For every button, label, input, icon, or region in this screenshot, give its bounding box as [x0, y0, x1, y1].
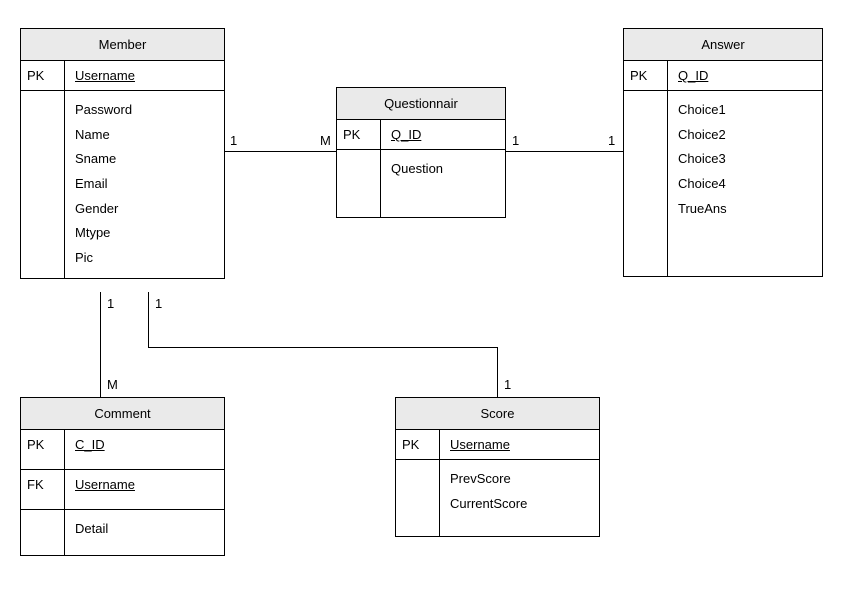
attr: Question [391, 157, 495, 182]
er-diagram: Member PK Username Password Name Sname E… [0, 0, 842, 595]
card-label: 1 [504, 377, 511, 392]
pk-row: PK Username [396, 430, 599, 460]
attr: Detail [75, 517, 214, 542]
pk-label: PK [396, 430, 440, 459]
card-label: 1 [107, 296, 114, 311]
entity-member: Member PK Username Password Name Sname E… [20, 28, 225, 279]
entity-score: Score PK Username PrevScore CurrentScore [395, 397, 600, 537]
attr: Choice3 [678, 147, 812, 172]
attr: Password [75, 98, 214, 123]
attr-list: Choice1 Choice2 Choice3 Choice4 TrueAns [668, 91, 822, 276]
attr-list: Detail [65, 510, 224, 555]
attr: Choice4 [678, 172, 812, 197]
card-label: 1 [155, 296, 162, 311]
pk-attr: C_ID [65, 430, 224, 469]
entity-title: Score [396, 398, 599, 430]
card-label: 1 [230, 133, 237, 148]
rel-member-score-v2 [497, 347, 498, 397]
pk-row: PK Q_ID [624, 61, 822, 91]
entity-title: Answer [624, 29, 822, 61]
key-col-empty [21, 510, 65, 555]
rel-member-score-h [148, 347, 497, 348]
pk-row: PK Q_ID [337, 120, 505, 150]
entity-title: Comment [21, 398, 224, 430]
entity-comment: Comment PK C_ID FK Username Detail [20, 397, 225, 556]
rel-member-questionnair [225, 151, 336, 152]
key-col-empty [21, 91, 65, 278]
pk-label: PK [21, 61, 65, 90]
attr: Choice1 [678, 98, 812, 123]
entity-title: Questionnair [337, 88, 505, 120]
fk-attr: Username [65, 470, 224, 509]
attrs-row: Detail [21, 510, 224, 555]
card-label: M [107, 377, 118, 392]
key-col-empty [337, 150, 381, 217]
attr-list: PrevScore CurrentScore [440, 460, 599, 536]
fk-row: FK Username [21, 470, 224, 510]
rel-member-score-v1 [148, 292, 149, 347]
attr-list: Password Name Sname Email Gender Mtype P… [65, 91, 224, 278]
attr: Sname [75, 147, 214, 172]
card-label: M [320, 133, 331, 148]
key-col-empty [396, 460, 440, 536]
attrs-row: Password Name Sname Email Gender Mtype P… [21, 91, 224, 278]
entity-title: Member [21, 29, 224, 61]
pk-row: PK Username [21, 61, 224, 91]
pk-attr: Q_ID [381, 120, 505, 149]
pk-label: PK [337, 120, 381, 149]
rel-member-comment [100, 292, 101, 397]
attrs-row: Choice1 Choice2 Choice3 Choice4 TrueAns [624, 91, 822, 276]
card-label: 1 [512, 133, 519, 148]
entity-questionnair: Questionnair PK Q_ID Question [336, 87, 506, 218]
pk-row: PK C_ID [21, 430, 224, 470]
attrs-row: Question [337, 150, 505, 217]
pk-attr: Username [440, 430, 599, 459]
attr: PrevScore [450, 467, 589, 492]
attr: Gender [75, 197, 214, 222]
pk-attr: Q_ID [668, 61, 822, 90]
attrs-row: PrevScore CurrentScore [396, 460, 599, 536]
attr: TrueAns [678, 197, 812, 222]
attr-list: Question [381, 150, 505, 217]
attr: Mtype [75, 221, 214, 246]
fk-label: FK [21, 470, 65, 509]
attr: Choice2 [678, 123, 812, 148]
attr: Name [75, 123, 214, 148]
rel-questionnair-answer [506, 151, 623, 152]
attr: CurrentScore [450, 492, 589, 517]
card-label: 1 [608, 133, 615, 148]
attr: Pic [75, 246, 214, 271]
key-col-empty [624, 91, 668, 276]
pk-label: PK [624, 61, 668, 90]
attr: Email [75, 172, 214, 197]
pk-attr: Username [65, 61, 224, 90]
entity-answer: Answer PK Q_ID Choice1 Choice2 Choice3 C… [623, 28, 823, 277]
pk-label: PK [21, 430, 65, 469]
